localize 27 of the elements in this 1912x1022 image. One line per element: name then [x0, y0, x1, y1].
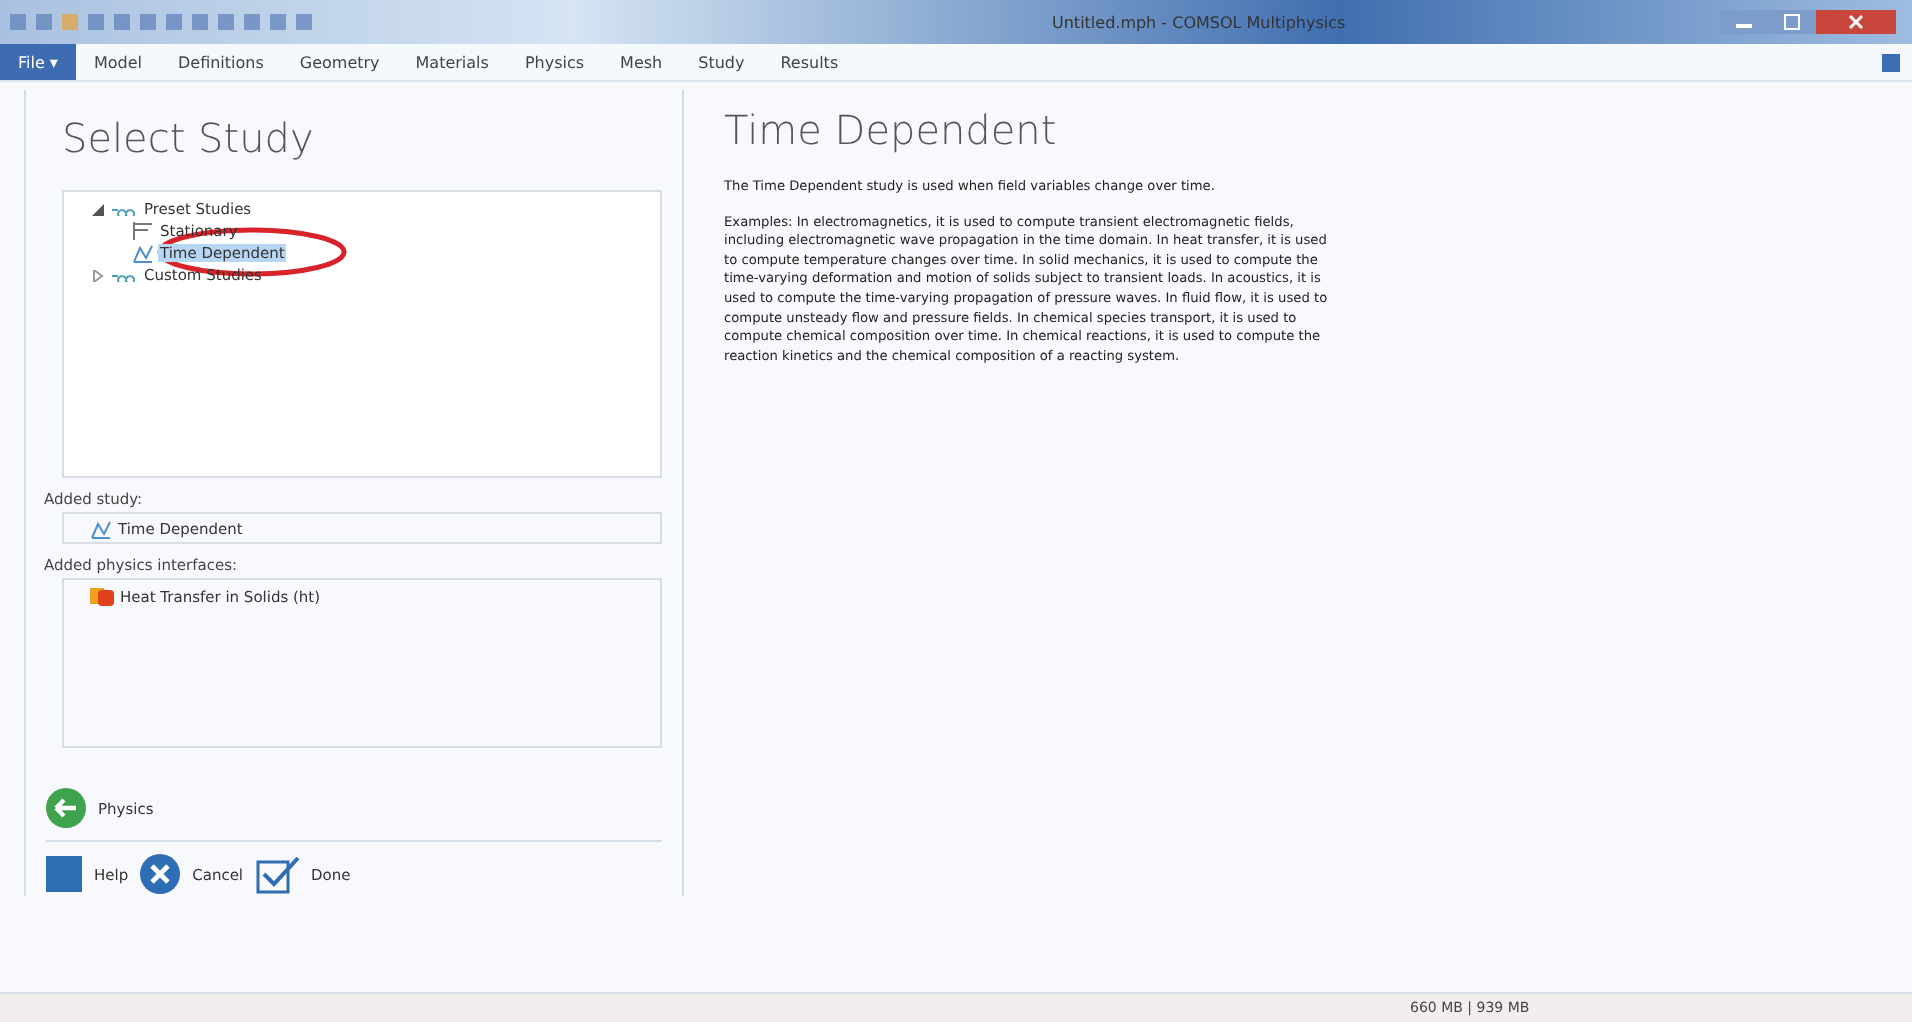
menu-tab[interactable]: Geometry — [281, 44, 398, 80]
minimize-button[interactable] — [1720, 10, 1768, 34]
menu-tab[interactable]: Physics — [506, 44, 603, 80]
chart-icon — [90, 517, 112, 539]
expand-arrow-icon[interactable] — [92, 269, 104, 281]
menu-tab[interactable]: Mesh — [602, 44, 681, 80]
close-icon — [1848, 14, 1864, 30]
menu-tab[interactable]: Materials — [397, 44, 507, 80]
study-group-icon — [112, 269, 138, 281]
panel-title: Select Study — [62, 114, 316, 162]
study-title: Time Dependent — [724, 106, 1059, 154]
collapse-arrow-icon[interactable] — [92, 203, 104, 215]
study-group-icon — [112, 203, 138, 215]
close-button[interactable] — [1816, 10, 1896, 34]
menu-tab[interactable]: Study — [680, 44, 763, 80]
maximize-icon — [1784, 14, 1800, 30]
chart-icon — [132, 242, 154, 264]
menu-tab[interactable]: Results — [762, 44, 857, 80]
maximize-button[interactable] — [1768, 10, 1816, 34]
line-icon — [132, 220, 154, 242]
menu-tab[interactable]: Definitions — [159, 44, 282, 80]
menu-tab[interactable]: Model — [75, 44, 160, 80]
window-title: Untitled.mph - COMSOL Multiphysics — [1052, 13, 1346, 31]
menu-tab[interactable]: File ▾ — [0, 44, 76, 80]
heat-icon — [90, 586, 114, 606]
cancel-icon — [140, 854, 181, 894]
checkbox-icon — [255, 854, 300, 894]
